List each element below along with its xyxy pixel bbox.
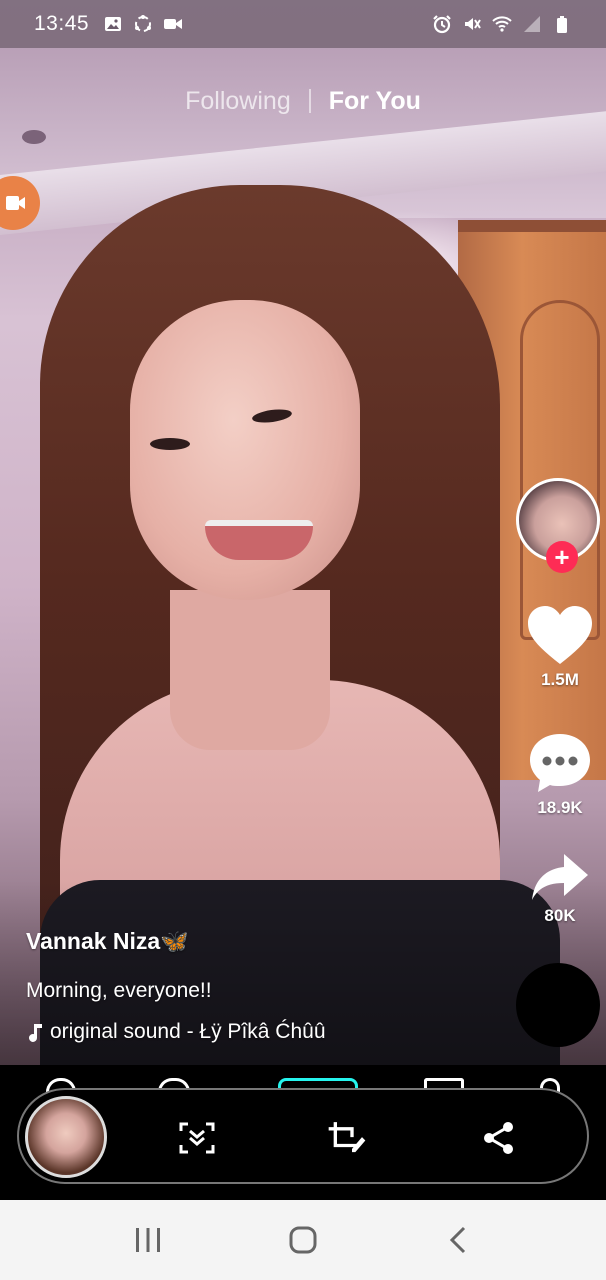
crop-edit-button[interactable]	[327, 1118, 367, 1158]
share-arrow-icon	[532, 854, 588, 900]
follow-plus-button[interactable]: +	[546, 541, 578, 573]
screenshot-toolbar	[17, 1088, 589, 1184]
home-button[interactable]	[283, 1220, 323, 1260]
video-scene-cabinet-panel	[520, 300, 600, 640]
status-time: 13:45	[34, 12, 90, 35]
music-disc[interactable]	[516, 963, 600, 1047]
tab-following[interactable]: Following	[185, 87, 291, 116]
video-caption: Morning, everyone!!	[26, 979, 212, 1002]
share-count: 80K	[544, 906, 576, 925]
recents-icon	[135, 1228, 160, 1252]
video-scene-light	[22, 130, 46, 144]
video-subject-smile	[205, 520, 313, 560]
status-bar: 13:45	[0, 0, 606, 48]
comment-button[interactable]: 18.9K	[522, 732, 598, 818]
sound-info[interactable]: original sound - Łÿ Pîkâ Ćhûû	[28, 1020, 326, 1044]
sound-title: original sound - Łÿ Pîkâ Ćhûû	[50, 1020, 326, 1043]
creator-username[interactable]: Vannak Niza🦋	[26, 928, 189, 955]
home-icon	[289, 1226, 317, 1254]
mute-icon	[465, 18, 481, 30]
wifi-icon	[492, 16, 512, 32]
scroll-capture-button[interactable]	[177, 1118, 217, 1158]
crop-edit-icon	[328, 1122, 366, 1153]
signal-icon	[524, 16, 540, 32]
video-player[interactable]	[0, 0, 606, 1065]
video-subject-eye	[150, 438, 190, 450]
tab-for-you[interactable]: For You	[329, 87, 421, 116]
sync-icon	[135, 15, 152, 32]
comment-bubble-icon	[530, 734, 590, 792]
share-screenshot-button[interactable]	[479, 1118, 519, 1158]
comment-count: 18.9K	[537, 798, 583, 817]
screenshot-thumbnail[interactable]	[25, 1096, 107, 1178]
like-button[interactable]: 1.5M	[522, 606, 598, 690]
share-icon	[484, 1122, 513, 1154]
feed-tabs: Following For You	[0, 84, 606, 118]
heart-icon	[528, 606, 592, 664]
video-subject-neck	[170, 590, 330, 750]
back-button[interactable]	[438, 1220, 478, 1260]
battery-icon	[557, 16, 567, 33]
live-camera-icon	[6, 196, 25, 210]
like-count: 1.5M	[541, 670, 579, 689]
scroll-capture-icon	[179, 1122, 215, 1154]
gallery-icon	[105, 17, 122, 31]
share-button[interactable]: 80K	[522, 852, 598, 926]
system-nav-bar	[0, 1200, 606, 1280]
alarm-icon	[433, 15, 451, 34]
tab-divider	[308, 89, 311, 113]
back-icon	[450, 1226, 466, 1254]
music-note-icon	[29, 1024, 42, 1042]
recents-button[interactable]	[128, 1220, 168, 1260]
video-record-icon	[164, 19, 183, 29]
